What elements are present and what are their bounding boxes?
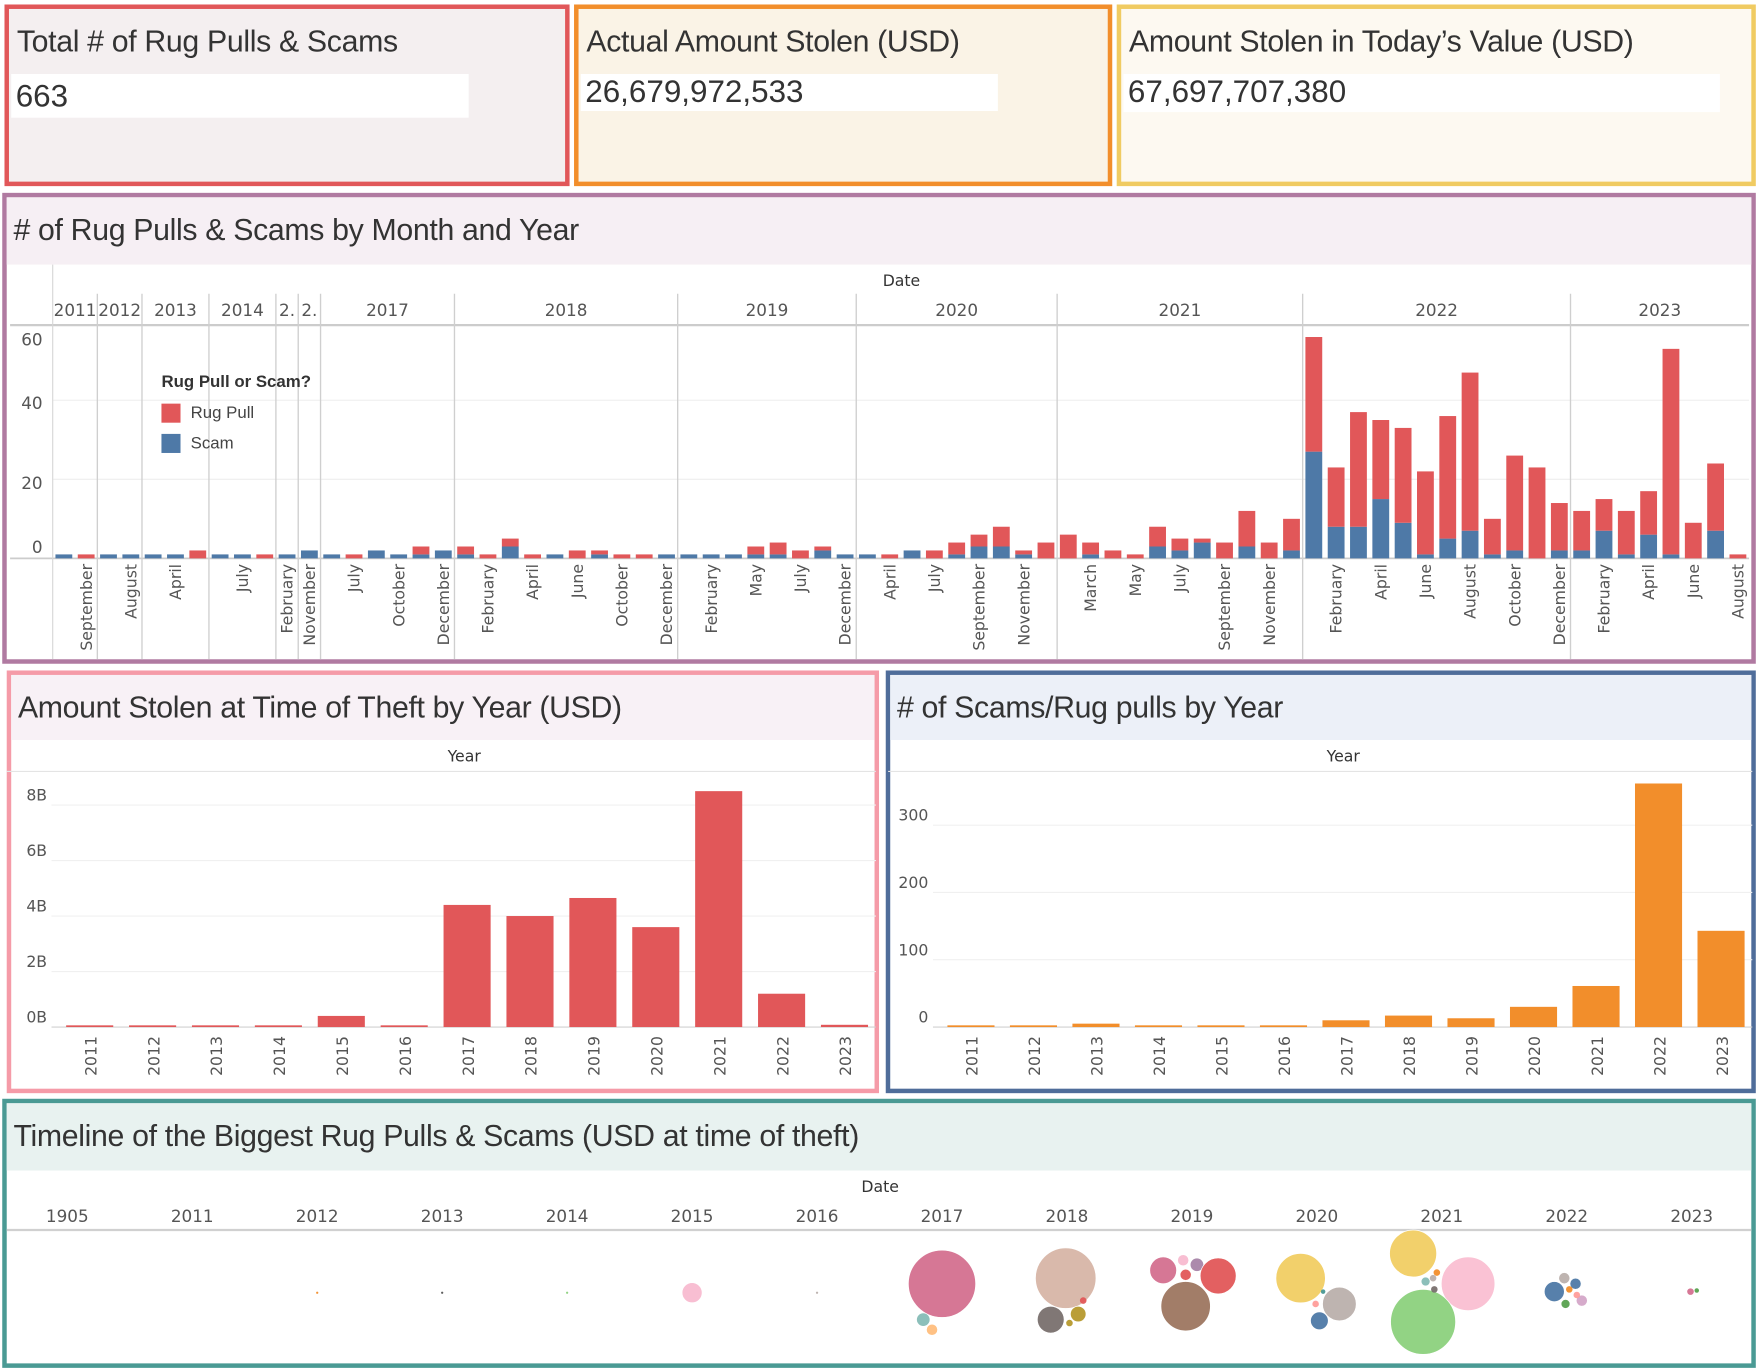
timeline-panel: Timeline of the Biggest Rug Pulls & Scam…: [2, 1098, 1756, 1368]
kpi-title: Actual Amount Stolen (USD): [586, 24, 960, 59]
panel-title: Timeline of the Biggest Rug Pulls & Scam…: [13, 1118, 859, 1153]
kpi-value: 663: [15, 78, 69, 114]
panel-header: # of Rug Pulls & Scams by Month and Year: [6, 197, 1752, 265]
kpi-card-total-count: Total # of Rug Pulls & Scams 663: [4, 4, 570, 187]
kpi-card-todays-value: Amount Stolen in Today’s Value (USD) 67,…: [1116, 4, 1756, 187]
legend-item-scam[interactable]: Scam: [161, 428, 311, 458]
count-by-year-panel: # of Scams/Rug pulls by Year: [885, 670, 1756, 1094]
panel-title: # of Scams/Rug pulls by Year: [896, 690, 1284, 725]
kpi-title: Amount Stolen in Today’s Value (USD): [1129, 24, 1634, 59]
kpi-value: 26,679,972,533: [585, 73, 804, 109]
panel-header: # of Scams/Rug pulls by Year: [890, 674, 1752, 740]
kpi-value-box: 663: [11, 73, 469, 118]
kpi-value-box: 67,697,707,380: [1123, 73, 1720, 113]
legend-label: Scam: [190, 433, 234, 453]
kpi-title: Total # of Rug Pulls & Scams: [16, 24, 398, 59]
legend-label: Rug Pull: [190, 403, 255, 423]
legend-item-rug-pull[interactable]: Rug Pull: [161, 398, 311, 428]
dashboard: Total # of Rug Pulls & Scams 663 Actual …: [0, 0, 1758, 1368]
legend: Rug Pull or Scam? Rug Pull Scam: [161, 372, 311, 458]
amount-by-year-panel: Amount Stolen at Time of Theft by Year (…: [6, 670, 880, 1094]
kpi-value: 67,697,707,380: [1127, 73, 1347, 109]
panel-header: Timeline of the Biggest Rug Pulls & Scam…: [6, 1103, 1752, 1171]
panel-title: # of Rug Pulls & Scams by Month and Year: [13, 213, 579, 247]
kpi-card-actual-amount: Actual Amount Stolen (USD) 26,679,972,53…: [574, 4, 1113, 187]
legend-swatch: [161, 433, 181, 453]
legend-title: Rug Pull or Scam?: [161, 372, 311, 392]
panel-title: Amount Stolen at Time of Theft by Year (…: [17, 690, 622, 725]
legend-swatch: [161, 403, 181, 423]
kpi-value-box: 26,679,972,533: [580, 73, 998, 111]
panel-header: Amount Stolen at Time of Theft by Year (…: [11, 674, 875, 740]
